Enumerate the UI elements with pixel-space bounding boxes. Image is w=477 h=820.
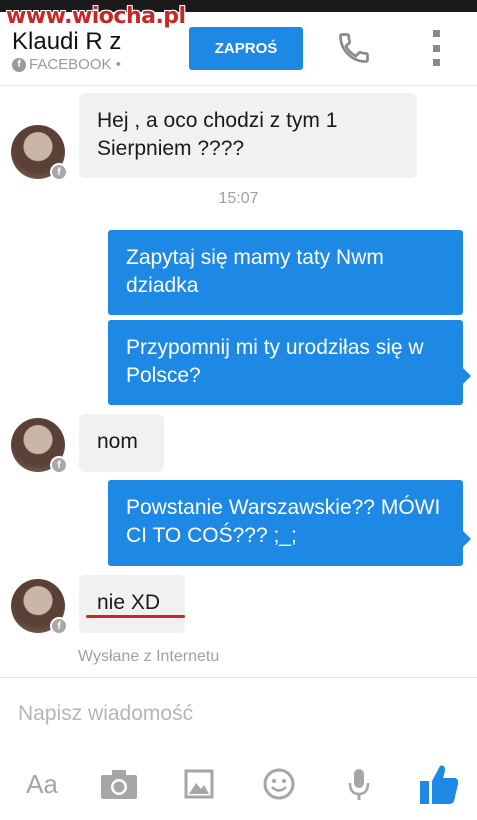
facebook-badge-icon: f: [50, 456, 68, 474]
contact-name[interactable]: Klaudi R z: [12, 28, 121, 56]
contact-source-label: FACEBOOK •: [29, 56, 121, 73]
bubble-tail: [463, 368, 471, 384]
timestamp: 15:07: [218, 190, 259, 207]
sent-via-note: Wysłane z Internetu: [78, 648, 220, 665]
incoming-message[interactable]: Hej , a oco chodzi z tym 1 Sierpniem ???…: [79, 93, 417, 178]
outgoing-message[interactable]: Przypomnij mi ty urodziłas się w Polsce?: [108, 320, 463, 405]
invite-button[interactable]: ZAPROŚ: [189, 27, 303, 70]
more-vertical-icon[interactable]: [428, 30, 444, 66]
message-input[interactable]: [18, 702, 458, 726]
facebook-icon: f: [12, 57, 26, 72]
outgoing-message[interactable]: Zapytaj się mamy taty Nwm dziadka: [108, 230, 463, 315]
contact-source: f FACEBOOK •: [12, 56, 121, 73]
outgoing-message[interactable]: Powstanie Warszawskie?? MÓWI CI TO COŚ??…: [108, 480, 463, 566]
facebook-badge-icon: f: [50, 163, 68, 181]
incoming-message[interactable]: nom: [79, 414, 164, 472]
image-icon[interactable]: [184, 764, 214, 804]
emoji-icon[interactable]: [263, 764, 295, 804]
avatar[interactable]: f: [11, 418, 68, 474]
bubble-tail: [463, 531, 471, 547]
watermark: www.wiocha.pl: [6, 4, 186, 29]
microphone-icon[interactable]: [347, 764, 371, 804]
avatar[interactable]: f: [11, 125, 68, 181]
thumbs-up-icon[interactable]: [418, 762, 460, 806]
camera-icon[interactable]: [100, 764, 138, 804]
avatar[interactable]: f: [11, 579, 68, 635]
incoming-message[interactable]: nie XD: [79, 575, 185, 633]
red-underline-annotation: [86, 615, 185, 618]
text-format-button[interactable]: Aa: [22, 764, 62, 804]
facebook-badge-icon: f: [50, 617, 68, 635]
message-composer: Aa: [0, 677, 477, 820]
call-icon[interactable]: [336, 30, 372, 66]
